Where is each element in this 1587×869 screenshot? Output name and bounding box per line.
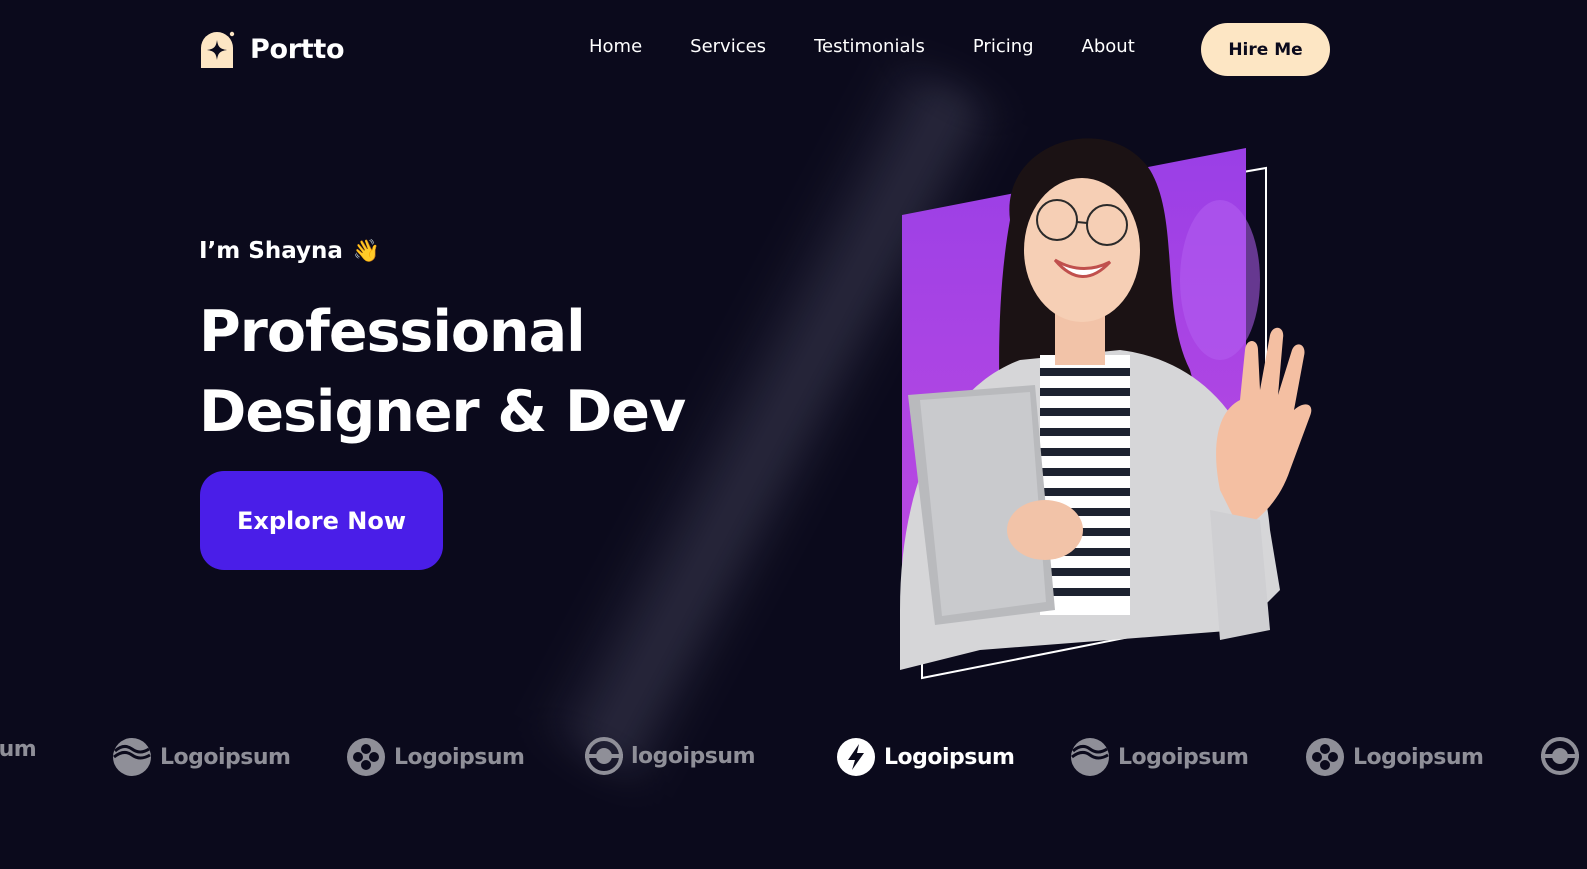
brand-name: Portto bbox=[250, 33, 345, 65]
partner-logo-label: Logoipsum bbox=[1118, 744, 1249, 770]
nav-pricing[interactable]: Pricing bbox=[973, 36, 1034, 57]
partner-logo-item: Logoipsum bbox=[112, 737, 291, 777]
partner-logo-item bbox=[1541, 737, 1587, 775]
hire-me-button[interactable]: Hire Me bbox=[1201, 23, 1330, 76]
sparkle-house-icon bbox=[201, 31, 235, 68]
partner-logo-item: Logoipsum bbox=[836, 737, 1015, 777]
partner-logos-strip: sum Logoipsum Logoipsum logoipsum bbox=[0, 735, 1587, 785]
waves-circle-icon bbox=[113, 738, 151, 776]
partner-logo-label: Logoipsum bbox=[884, 744, 1015, 770]
partner-logo-item: Logoipsum bbox=[346, 737, 525, 777]
greeting-text: I’m Shayna bbox=[199, 238, 343, 264]
nav-testimonials[interactable]: Testimonials bbox=[814, 36, 925, 57]
lightning-circle-icon bbox=[837, 738, 875, 776]
nav-about[interactable]: About bbox=[1082, 36, 1135, 57]
main-menu: Home Services Testimonials Pricing About bbox=[589, 36, 1183, 57]
hero-headline: Professional Designer & Dev bbox=[199, 292, 686, 452]
partner-logo-item: sum bbox=[0, 737, 37, 762]
hero-greeting: I’m Shayna 👋 bbox=[199, 238, 380, 264]
nav-services[interactable]: Services bbox=[690, 36, 766, 57]
partner-logo-label: Logoipsum bbox=[394, 744, 525, 770]
partner-logo-label: Logoipsum bbox=[160, 744, 291, 770]
waving-hand-icon: 👋 bbox=[352, 238, 381, 264]
waves-circle-icon bbox=[1071, 738, 1109, 776]
nav-home[interactable]: Home bbox=[589, 36, 642, 57]
woman-waving-portrait bbox=[900, 138, 1312, 680]
partner-logo-label: sum bbox=[0, 737, 37, 762]
four-dots-circle-icon bbox=[347, 738, 385, 776]
partner-logo-item: Logoipsum bbox=[1070, 737, 1249, 777]
partner-logo-label: Logoipsum bbox=[1353, 744, 1484, 770]
four-dots-circle-icon bbox=[1306, 738, 1344, 776]
explore-now-button[interactable]: Explore Now bbox=[200, 471, 443, 570]
headline-line-1: Professional bbox=[199, 299, 586, 365]
ring-eye-icon bbox=[1541, 737, 1579, 775]
partner-logo-item: logoipsum bbox=[585, 737, 756, 775]
headline-line-2: Designer & Dev bbox=[199, 379, 686, 445]
top-navigation: Portto Home Services Testimonials Pricin… bbox=[0, 0, 1587, 100]
partner-logo-item: Logoipsum bbox=[1305, 737, 1484, 777]
brand[interactable]: Portto bbox=[199, 30, 345, 68]
ring-eye-icon bbox=[585, 737, 623, 775]
partner-logo-label: logoipsum bbox=[631, 743, 756, 769]
